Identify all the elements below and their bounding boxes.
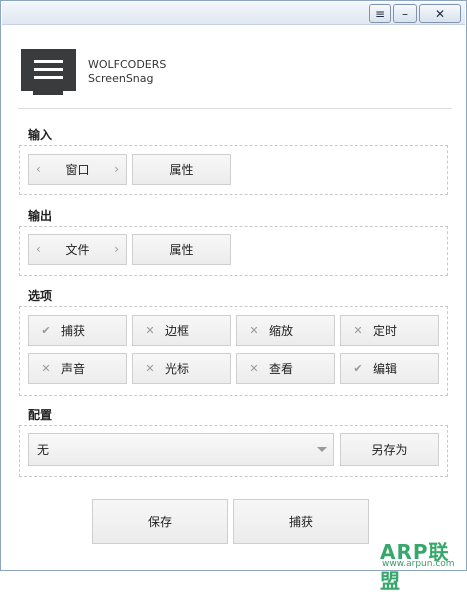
- brand-company: WOLFCODERS: [88, 58, 167, 71]
- cross-icon: ✕: [145, 362, 155, 375]
- check-icon: ✔: [41, 324, 51, 337]
- option-label: 光标: [165, 362, 190, 376]
- capture-button[interactable]: 捕获: [233, 499, 369, 544]
- cross-icon: ✕: [41, 362, 51, 375]
- close-button[interactable]: ✕: [419, 4, 461, 23]
- output-target-selector[interactable]: ‹ 文件 ›: [28, 234, 127, 265]
- save-as-button[interactable]: 另存为: [340, 433, 439, 466]
- output-section-title: 输出: [28, 209, 53, 223]
- option-view-toggle[interactable]: ✕ 查看: [236, 353, 335, 384]
- cross-icon: ✕: [353, 324, 363, 337]
- option-label: 边框: [165, 324, 190, 338]
- input-properties-button[interactable]: 属性: [132, 154, 231, 185]
- chevron-down-icon: [317, 447, 327, 452]
- close-icon: ✕: [434, 6, 446, 21]
- config-dropdown[interactable]: 无: [28, 433, 334, 466]
- option-cursor-toggle[interactable]: ✕ 光标: [132, 353, 231, 384]
- app-logo-icon: [21, 49, 76, 91]
- minimize-icon: –: [402, 6, 408, 21]
- option-scale-toggle[interactable]: ✕ 缩放: [236, 315, 335, 346]
- option-label: 查看: [269, 362, 294, 376]
- option-label: 声音: [61, 362, 86, 376]
- menu-icon: ≡: [374, 6, 386, 21]
- option-label: 捕获: [61, 324, 86, 338]
- save-button[interactable]: 保存: [92, 499, 228, 544]
- config-selected-value: 无: [37, 443, 50, 457]
- check-icon: ✔: [353, 362, 363, 375]
- option-label: 定时: [373, 324, 398, 338]
- input-prev-arrow-icon[interactable]: ‹: [36, 162, 41, 176]
- output-next-arrow-icon[interactable]: ›: [114, 242, 119, 256]
- header-divider: [18, 108, 452, 109]
- menu-button[interactable]: ≡: [369, 4, 391, 23]
- minimize-button[interactable]: –: [393, 4, 417, 23]
- option-label: 缩放: [269, 324, 294, 338]
- title-bar: ≡ – ✕: [2, 2, 465, 25]
- option-timer-toggle[interactable]: ✕ 定时: [340, 315, 439, 346]
- cross-icon: ✕: [145, 324, 155, 337]
- output-target-value: 文件: [65, 243, 90, 257]
- input-source-value: 窗口: [65, 163, 90, 177]
- brand-product: ScreenSnag: [88, 72, 154, 85]
- watermark-url: www.arpun.com: [382, 559, 455, 569]
- options-section-title: 选项: [28, 289, 53, 303]
- cross-icon: ✕: [249, 324, 259, 337]
- option-sound-toggle[interactable]: ✕ 声音: [28, 353, 127, 384]
- config-section-title: 配置: [28, 408, 53, 422]
- input-source-selector[interactable]: ‹ 窗口 ›: [28, 154, 127, 185]
- cross-icon: ✕: [249, 362, 259, 375]
- option-border-toggle[interactable]: ✕ 边框: [132, 315, 231, 346]
- input-next-arrow-icon[interactable]: ›: [114, 162, 119, 176]
- input-section-title: 输入: [28, 128, 53, 142]
- option-capture-toggle[interactable]: ✔ 捕获: [28, 315, 127, 346]
- logo-stand: [33, 91, 63, 95]
- output-prev-arrow-icon[interactable]: ‹: [36, 242, 41, 256]
- option-label: 编辑: [373, 362, 398, 376]
- option-edit-toggle[interactable]: ✔ 编辑: [340, 353, 439, 384]
- output-properties-button[interactable]: 属性: [132, 234, 231, 265]
